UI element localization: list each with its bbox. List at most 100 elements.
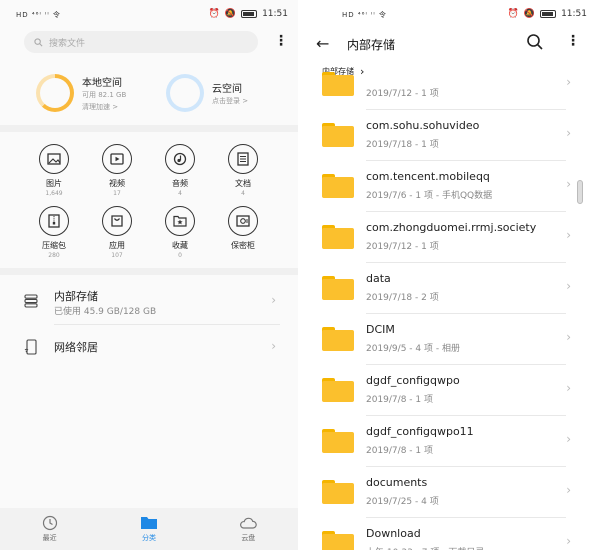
folder-meta: 2019/7/8 - 1 项	[366, 395, 433, 405]
folder-icon	[322, 327, 354, 351]
chevron-right-icon: ›	[566, 483, 571, 497]
chevron-right-icon: ›	[566, 432, 571, 446]
safe-icon	[228, 206, 258, 236]
folder-icon	[322, 429, 354, 453]
folder-icon	[322, 72, 354, 96]
folder-icon	[322, 276, 354, 300]
category-count: 107	[111, 252, 123, 259]
chevron-right-icon: ›	[566, 330, 571, 344]
section-divider	[0, 125, 298, 132]
folder-meta: 上午 10:33 - 7 项 - 下载目录	[366, 545, 484, 550]
category-count: 1,649	[45, 190, 63, 197]
search-icon	[34, 37, 43, 46]
battery-icon	[540, 10, 557, 18]
folder-meta: 2019/7/18 - 1 项	[366, 140, 439, 150]
fast-scroll-handle[interactable]	[577, 180, 583, 204]
folder-name: dgdf_configqwpo11	[366, 425, 474, 438]
local-space-available: 可用 82.1 GB	[82, 91, 127, 100]
music-icon	[165, 144, 195, 174]
category-documents[interactable]: 文档 4	[213, 144, 273, 197]
folder-row[interactable]: com.zhongduomei.rrmj.society 2019/7/12 - …	[304, 212, 587, 263]
folder-icon	[322, 531, 354, 550]
document-icon	[228, 144, 258, 174]
category-label: 压缩包	[42, 241, 66, 250]
chevron-right-icon: ›	[566, 75, 571, 89]
mute-icon: 🔕	[224, 9, 237, 19]
folder-row[interactable]: dgdf_configqwpo11 2019/7/8 - 1 项 ›	[304, 416, 587, 467]
category-label: 应用	[109, 241, 125, 250]
category-apps[interactable]: 应用 107	[87, 206, 147, 259]
battery-icon	[241, 10, 258, 18]
folder-meta: 2019/7/25 - 4 项	[366, 497, 439, 507]
folder-row[interactable]: data 2019/7/18 - 2 项 ›	[304, 263, 587, 314]
folder-row[interactable]: documents 2019/7/25 - 4 项 ›	[304, 467, 587, 518]
chevron-right-icon: ›	[271, 293, 276, 307]
more-menu-icon[interactable]: ⋮	[566, 34, 580, 48]
category-audio[interactable]: 音频 4	[150, 144, 210, 197]
tab-categories-label: 分类	[141, 534, 156, 542]
folder-icon	[140, 517, 157, 529]
clean-speedup-link[interactable]: 清理加速 >	[82, 103, 126, 112]
category-label: 音频	[172, 179, 188, 188]
folder-name: documents	[366, 476, 428, 489]
folder-icon	[322, 225, 354, 249]
alarm-icon: ⏰	[208, 9, 220, 19]
folder-row[interactable]: com.tencent.mobileqq 2019/7/6 - 1 项 - 手机Q…	[304, 161, 587, 212]
status-bar: HD ⁴⁶ᴵ ᴵᴵ 令 ⏰ 🔕 11:51	[0, 0, 298, 30]
cloud-space-card[interactable]: 云空间 点击登录 >	[166, 70, 248, 116]
category-images[interactable]: 图片 1,649	[24, 144, 84, 197]
folder-meta: 2019/7/12 - 1 项	[366, 89, 439, 99]
category-label: 视频	[109, 179, 125, 188]
cloud-space-title: 云空间	[212, 83, 242, 95]
folder-row[interactable]: 2019/7/12 - 1 项 ›	[304, 59, 587, 110]
category-count: 4	[178, 190, 182, 197]
tab-recent[interactable]: 最近	[20, 515, 80, 543]
folder-row[interactable]: com.sohu.sohuvideo 2019/7/18 - 1 项 ›	[304, 110, 587, 161]
category-videos[interactable]: 视频 17	[87, 144, 147, 197]
folder-meta: 2019/7/8 - 1 项	[366, 446, 433, 456]
category-label: 保密柜	[231, 241, 255, 250]
folder-row[interactable]: Download 上午 10:33 - 7 项 - 下载目录 ›	[304, 518, 587, 550]
category-archives[interactable]: 压缩包 280	[24, 206, 84, 259]
search-placeholder: 搜索文件	[49, 38, 86, 49]
tab-categories[interactable]: 分类	[119, 515, 179, 543]
more-menu-icon[interactable]: ⋮	[274, 34, 288, 48]
folder-icon	[322, 123, 354, 147]
internal-storage-usage: 已使用 45.9 GB/128 GB	[54, 307, 157, 317]
local-space-ring	[36, 74, 74, 112]
cloud-login-link[interactable]: 点击登录 >	[212, 97, 248, 106]
folder-icon	[322, 378, 354, 402]
folder-row[interactable]: DCIM 2019/9/5 - 4 项 - 相册 ›	[304, 314, 587, 365]
image-icon	[39, 144, 69, 174]
clock-time: 11:51	[262, 9, 288, 19]
search-icon[interactable]	[526, 33, 544, 51]
chevron-right-icon: ›	[566, 228, 571, 242]
category-safe[interactable]: 保密柜	[213, 206, 273, 252]
internal-storage-row[interactable]: 内部存储 已使用 45.9 GB/128 GB ›	[0, 278, 298, 324]
network-neighbors-row[interactable]: 网络邻居 ›	[0, 325, 298, 371]
local-space-card[interactable]: 本地空间 可用 82.1 GB 清理加速 >	[36, 70, 126, 116]
folder-row[interactable]: dgdf_configqwpo 2019/7/8 - 1 项 ›	[304, 365, 587, 416]
search-input[interactable]: 搜索文件	[24, 31, 258, 53]
folder-icon	[322, 480, 354, 504]
section-divider	[0, 268, 298, 275]
folder-name: com.zhongduomei.rrmj.society	[366, 221, 537, 234]
internal-storage-screen: HD ⁴⁶ᴵ ᴵᴵ 令 ⏰ 🔕 11:51 ← 内部存储 ⋮ 内部存储 › 20…	[304, 0, 587, 550]
tab-cloud-drive[interactable]: 云盘	[218, 515, 278, 543]
back-arrow-icon[interactable]: ←	[316, 34, 329, 53]
category-favorites[interactable]: 收藏 0	[150, 206, 210, 259]
chevron-right-icon: ›	[271, 339, 276, 353]
signal-indicator: HD ⁴⁶ᴵ ᴵᴵ 令	[342, 11, 387, 19]
tab-recent-label: 最近	[42, 534, 57, 542]
folder-name: com.sohu.sohuvideo	[366, 119, 480, 132]
chevron-right-icon: ›	[566, 279, 571, 293]
network-device-icon	[24, 339, 37, 355]
tab-cloud-drive-label: 云盘	[241, 534, 256, 542]
folder-meta: 2019/7/18 - 2 项	[366, 293, 439, 303]
folder-meta: 2019/7/6 - 1 项 - 手机QQ数据	[366, 191, 493, 201]
category-count: 280	[48, 252, 60, 259]
category-label: 文档	[235, 179, 251, 188]
folder-name: Download	[366, 527, 421, 540]
cloud-space-ring	[166, 74, 204, 112]
folder-meta: 2019/9/5 - 4 项 - 相册	[366, 344, 460, 354]
